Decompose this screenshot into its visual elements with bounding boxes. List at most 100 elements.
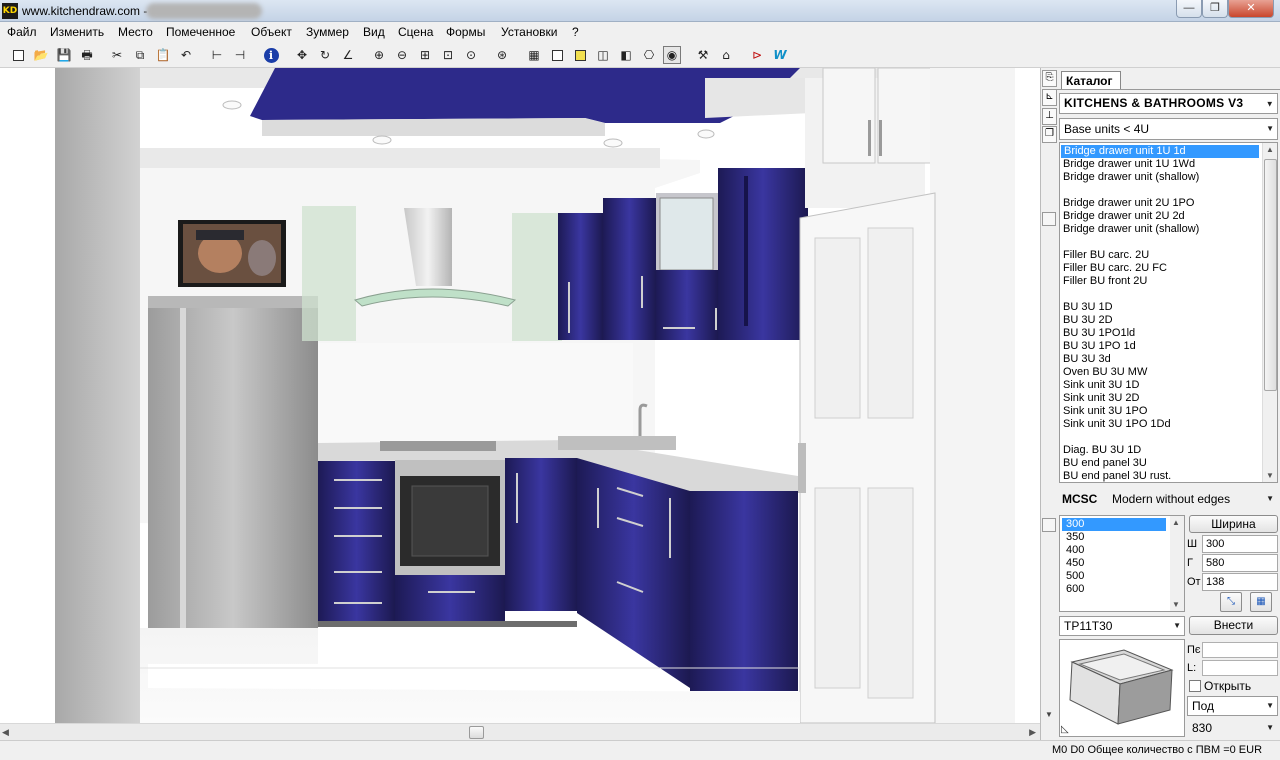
resize-corner-icon[interactable]: ◺: [1061, 724, 1069, 735]
pages-side-tab-icon[interactable]: ❐: [1042, 126, 1057, 143]
print-icon[interactable]: 🖶: [78, 46, 96, 64]
angle-icon[interactable]: ∠: [339, 46, 357, 64]
zoom-in-icon[interactable]: ⊕: [370, 46, 388, 64]
menu-edit[interactable]: Изменить: [50, 25, 104, 39]
list-item[interactable]: Sink unit 3U 1PO: [1060, 405, 1260, 418]
width-item[interactable]: 500: [1060, 570, 1168, 583]
minimize-button[interactable]: —: [1176, 0, 1202, 18]
width-item[interactable]: 400: [1060, 544, 1168, 557]
list-item[interactable]: BU 3U 2D: [1060, 314, 1260, 327]
list-item[interactable]: Sink unit 3U 1D: [1060, 379, 1260, 392]
widths-list[interactable]: 300 350 400 450 500 600 ▲ ▼: [1059, 515, 1185, 612]
items-scrollbar[interactable]: ▲ ▼: [1262, 143, 1277, 482]
viewport-scroll-thumb[interactable]: [469, 726, 484, 739]
menu-settings[interactable]: Установки: [501, 25, 557, 39]
item-code-select[interactable]: TP11T30 ▼: [1059, 616, 1185, 636]
camera-icon[interactable]: ⎔: [640, 46, 658, 64]
zoom-all-icon[interactable]: ⊡: [439, 46, 457, 64]
list-item[interactable]: Filler BU carc. 2U: [1060, 249, 1260, 262]
side-scroll-down-icon[interactable]: ▼: [1045, 710, 1053, 719]
menu-file[interactable]: Файл: [7, 25, 37, 39]
menu-forms[interactable]: Формы: [446, 25, 485, 39]
list-item[interactable]: Bridge drawer unit 2U 1PO: [1060, 197, 1260, 210]
view-top-icon[interactable]: ⊛: [493, 46, 511, 64]
list-item[interactable]: Filler BU carc. 2U FC: [1060, 262, 1260, 275]
elevation-select[interactable]: 830 ▼: [1187, 719, 1278, 737]
copy-icon[interactable]: ⧉: [131, 46, 149, 64]
scroll-up-arrow-icon[interactable]: ▲: [1266, 145, 1274, 154]
measure-icon[interactable]: ⊣: [231, 46, 249, 64]
box-colored-icon[interactable]: ◧: [617, 46, 635, 64]
scroll-down-arrow-icon[interactable]: ▼: [1266, 471, 1274, 480]
list-item[interactable]: Sink unit 3U 2D: [1060, 392, 1260, 405]
scroll-up-arrow-icon[interactable]: ▲: [1172, 518, 1180, 527]
move-icon[interactable]: ✥: [293, 46, 311, 64]
position-select[interactable]: Под ▼: [1187, 696, 1278, 716]
list-item[interactable]: Bridge drawer unit 1U 1d: [1061, 145, 1259, 158]
width-item[interactable]: 600: [1060, 583, 1168, 596]
menu-scene[interactable]: Сцена: [398, 25, 433, 39]
list-item[interactable]: Oven BU 3U MW: [1060, 366, 1260, 379]
resize-icon[interactable]: ⤡: [1220, 592, 1242, 612]
dimension-side-tab-icon[interactable]: ⊾: [1042, 89, 1057, 106]
view-plan-icon[interactable]: ▦: [525, 46, 543, 64]
style-select[interactable]: Modern without edges ▼: [1107, 488, 1278, 510]
camera-active-icon[interactable]: ◉: [663, 46, 681, 64]
grid-options-icon[interactable]: ▦: [1250, 592, 1272, 612]
menu-marked[interactable]: Помеченное: [166, 25, 235, 39]
zoom-window-icon[interactable]: ⊞: [416, 46, 434, 64]
list-item[interactable]: Bridge drawer unit 1U 1Wd: [1060, 158, 1260, 171]
menu-view[interactable]: Вид: [363, 25, 385, 39]
width-item[interactable]: 450: [1060, 557, 1168, 570]
list-item[interactable]: Sink unit 3U 1PO 1Dd: [1060, 418, 1260, 431]
l-field[interactable]: [1202, 660, 1278, 676]
undo-icon[interactable]: ↶: [177, 46, 195, 64]
list-item[interactable]: Bridge drawer unit (shallow): [1060, 223, 1260, 236]
scroll-down-arrow-icon[interactable]: ▼: [1172, 600, 1180, 609]
web-icon[interactable]: W: [771, 46, 789, 64]
tab-catalog[interactable]: Каталог: [1061, 71, 1121, 90]
scroll-right-arrow-icon[interactable]: ▶: [1029, 727, 1036, 738]
list-item[interactable]: Diag. BU 3U 1D: [1060, 444, 1260, 457]
side-scroll-thumb[interactable]: [1042, 212, 1056, 226]
box-3d-icon[interactable]: ◫: [594, 46, 612, 64]
width-item[interactable]: 300: [1062, 518, 1166, 531]
save-icon[interactable]: 💾: [55, 46, 73, 64]
scroll-left-arrow-icon[interactable]: ◀: [2, 727, 9, 738]
list-item[interactable]: Bridge drawer unit (shallow): [1060, 171, 1260, 184]
close-button[interactable]: ✕: [1228, 0, 1274, 18]
dimension-icon[interactable]: ⊢: [208, 46, 226, 64]
list-item[interactable]: BU 3U 1PO1ld: [1060, 327, 1260, 340]
3d-viewport[interactable]: [0, 68, 1040, 723]
pe-field[interactable]: [1202, 642, 1278, 658]
catalog-items-list[interactable]: Bridge drawer unit 1U 1d Bridge drawer un…: [1059, 142, 1278, 483]
maximize-button[interactable]: ❐: [1202, 0, 1228, 18]
items-scroll-thumb[interactable]: [1264, 159, 1277, 391]
render-icon[interactable]: ⚒: [694, 46, 712, 64]
width-button[interactable]: Ширина: [1189, 515, 1278, 533]
paste-icon[interactable]: 📋: [154, 46, 172, 64]
group-select[interactable]: Base units < 4U ▼: [1059, 118, 1278, 140]
rotate-icon[interactable]: ↻: [316, 46, 334, 64]
insert-button[interactable]: Внести: [1189, 616, 1278, 635]
menu-place[interactable]: Место: [118, 25, 153, 39]
house-icon[interactable]: ⌂: [717, 46, 735, 64]
depth-field[interactable]: 580: [1202, 554, 1278, 572]
catalog-select[interactable]: KITCHENS & BATHROOMS V3 ▼: [1059, 93, 1278, 114]
height-field[interactable]: 138: [1202, 573, 1278, 591]
list-item[interactable]: BU end panel 3U: [1060, 457, 1260, 470]
list-item[interactable]: BU end panel 3U rust.: [1060, 470, 1260, 482]
zoom-previous-icon[interactable]: ⊙: [462, 46, 480, 64]
catalog-side-tab-icon[interactable]: ⎘: [1042, 70, 1057, 87]
open-checkbox[interactable]: [1189, 680, 1201, 692]
width-item[interactable]: 350: [1060, 531, 1168, 544]
list-item[interactable]: BU 3U 1PO 1d: [1060, 340, 1260, 353]
zoom-out-icon[interactable]: ⊖: [393, 46, 411, 64]
width-field[interactable]: 300: [1202, 535, 1278, 553]
open-folder-icon[interactable]: 📂: [32, 46, 50, 64]
new-file-icon[interactable]: [9, 46, 27, 64]
menu-zoom[interactable]: Зуммер: [306, 25, 349, 39]
info-icon[interactable]: i: [262, 46, 280, 64]
widths-scrollbar[interactable]: ▲ ▼: [1170, 516, 1184, 611]
list-item[interactable]: Bridge drawer unit 2U 2d: [1060, 210, 1260, 223]
